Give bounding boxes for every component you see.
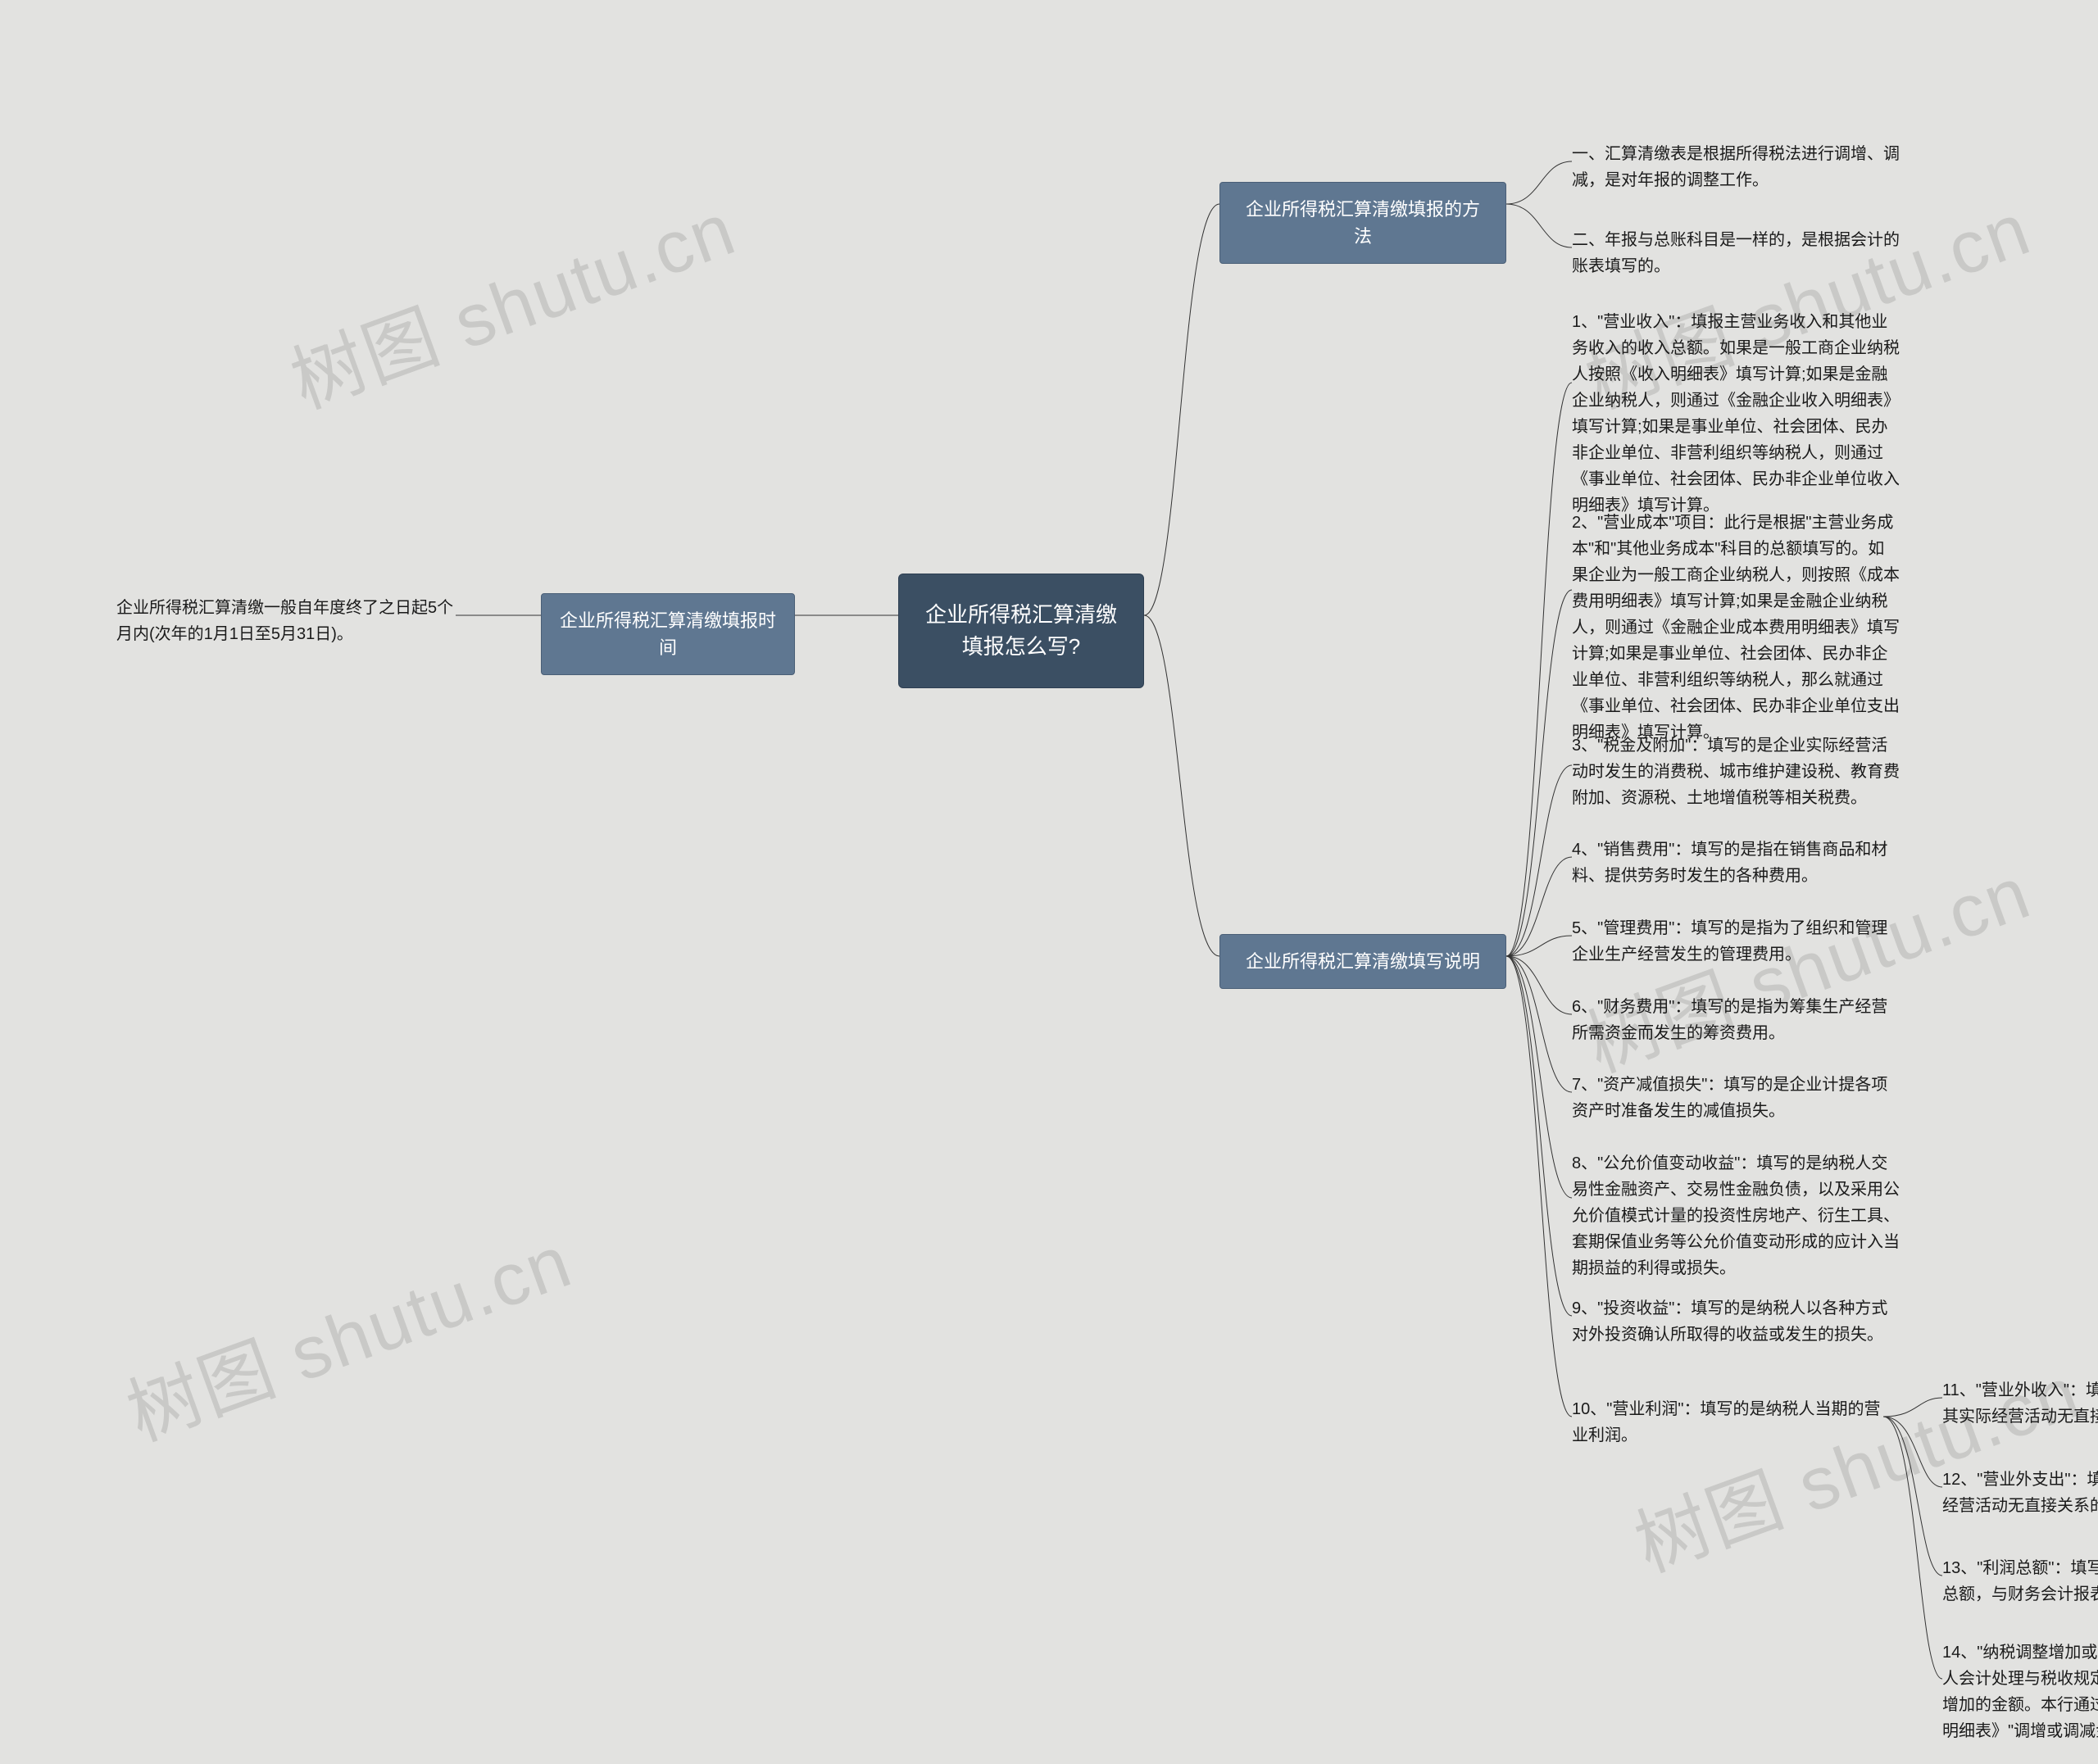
branch-method-label: 企业所得税汇算清缴填报的方法 [1246, 199, 1480, 247]
leaf-time-detail: 企业所得税汇算清缴一般自年度终了之日起5个月内(次年的1月1日至5月31日)。 [116, 595, 456, 647]
leaf-method-2: 二、年报与总账科目是一样的，是根据会计的账表填写的。 [1572, 227, 1900, 279]
leaf-explain-7: 7、"资产减值损失"：填写的是企业计提各项资产时准备发生的减值损失。 [1572, 1072, 1900, 1124]
leaf-explain-5: 5、"管理费用"：填写的是指为了组织和管理企业生产经营发生的管理费用。 [1572, 915, 1900, 968]
leaf-explain-10: 10、"营业利润"：填写的是纳税人当期的营业利润。 [1572, 1396, 1883, 1449]
leaf-explain-7-text: 7、"资产减值损失"：填写的是企业计提各项资产时准备发生的减值损失。 [1572, 1076, 1887, 1120]
leaf-explain-6-text: 6、"财务费用"：填写的是指为筹集生产经营所需资金而发生的筹资费用。 [1572, 998, 1887, 1042]
leaf-explain-3-text: 3、"税金及附加"：填写的是企业实际经营活动时发生的消费税、城市维护建设税、教育… [1572, 737, 1900, 807]
leaf-explain-2: 2、"营业成本"项目：此行是根据"主营业务成本"和"其他业务成本"科目的总额填写… [1572, 510, 1900, 746]
leaf-explain-12-text: 12、"营业外支出"：填写的是实际发生的与其经营活动无直接关系的各项支出。 [1942, 1471, 2098, 1515]
leaf-explain-9: 9、"投资收益"：填写的是纳税人以各种方式对外投资确认所取得的收益或发生的损失。 [1572, 1295, 1900, 1348]
leaf-explain-6: 6、"财务费用"：填写的是指为筹集生产经营所需资金而发生的筹资费用。 [1572, 994, 1900, 1046]
branch-time-label: 企业所得税汇算清缴填报时间 [560, 610, 776, 658]
watermark: 树图 shutu.cn [1619, 1333, 2091, 1592]
watermark: 树图 shutu.cn [111, 1202, 584, 1461]
leaf-method-1-text: 一、汇算清缴表是根据所得税法进行调增、调减，是对年报的调整工作。 [1572, 145, 1900, 189]
leaf-explain-14: 14、"纳税调整增加或减少额"：填写的是纳税人会计处理与税收规定不一致，进行纳税… [1942, 1639, 2098, 1744]
leaf-explain-3: 3、"税金及附加"：填写的是企业实际经营活动时发生的消费税、城市维护建设税、教育… [1572, 732, 1900, 811]
leaf-explain-1-text: 1、"营业收入"：填报主营业务收入和其他业务收入的收入总额。如果是一般工商企业纳… [1572, 313, 1900, 515]
leaf-method-2-text: 二、年报与总账科目是一样的，是根据会计的账表填写的。 [1572, 231, 1900, 275]
leaf-explain-11-text: 11、"营业外收入"：填写的是纳税人发生的与其实际经营活动无直接关系的各项收入。 [1942, 1381, 2098, 1426]
leaf-explain-1: 1、"营业收入"：填报主营业务收入和其他业务收入的收入总额。如果是一般工商企业纳… [1572, 309, 1900, 519]
root-node: 企业所得税汇算清缴填报怎么写? [898, 574, 1144, 688]
leaf-time-text: 企业所得税汇算清缴一般自年度终了之日起5个月内(次年的1月1日至5月31日)。 [116, 599, 453, 643]
leaf-explain-9-text: 9、"投资收益"：填写的是纳税人以各种方式对外投资确认所取得的收益或发生的损失。 [1572, 1299, 1887, 1344]
leaf-explain-4-text: 4、"销售费用"：填写的是指在销售商品和材料、提供劳务时发生的各种费用。 [1572, 841, 1887, 885]
leaf-explain-10-text: 10、"营业利润"：填写的是纳税人当期的营业利润。 [1572, 1400, 1880, 1444]
branch-method: 企业所得税汇算清缴填报的方法 [1219, 182, 1506, 264]
leaf-explain-8-text: 8、"公允价值变动收益"：填写的是纳税人交易性金融资产、交易性金融负债，以及采用… [1572, 1154, 1900, 1277]
branch-explain-label: 企业所得税汇算清缴填写说明 [1246, 951, 1480, 972]
branch-time: 企业所得税汇算清缴填报时间 [541, 593, 795, 675]
branch-explain: 企业所得税汇算清缴填写说明 [1219, 934, 1506, 989]
leaf-explain-14-text: 14、"纳税调整增加或减少额"：填写的是纳税人会计处理与税收规定不一致，进行纳税… [1942, 1644, 2098, 1740]
watermark: 树图 shutu.cn [275, 170, 747, 429]
leaf-explain-4: 4、"销售费用"：填写的是指在销售商品和材料、提供劳务时发生的各种费用。 [1572, 837, 1900, 889]
leaf-explain-8: 8、"公允价值变动收益"：填写的是纳税人交易性金融资产、交易性金融负债，以及采用… [1572, 1150, 1900, 1281]
leaf-method-1: 一、汇算清缴表是根据所得税法进行调增、调减，是对年报的调整工作。 [1572, 141, 1900, 193]
leaf-explain-13: 13、"利润总额"：填写的是纳税人当期的利润总额，与财务会计报表利润总额一致。 [1942, 1555, 2098, 1608]
leaf-explain-2-text: 2、"营业成本"项目：此行是根据"主营业务成本"和"其他业务成本"科目的总额填写… [1572, 514, 1900, 741]
leaf-explain-13-text: 13、"利润总额"：填写的是纳税人当期的利润总额，与财务会计报表利润总额一致。 [1942, 1559, 2098, 1603]
leaf-explain-11: 11、"营业外收入"：填写的是纳税人发生的与其实际经营活动无直接关系的各项收入。 [1942, 1377, 2098, 1430]
mindmap-canvas: 树图 shutu.cn 树图 shutu.cn 树图 shutu.cn 树图 s… [0, 0, 2098, 1764]
leaf-explain-5-text: 5、"管理费用"：填写的是指为了组织和管理企业生产经营发生的管理费用。 [1572, 919, 1887, 964]
leaf-explain-12: 12、"营业外支出"：填写的是实际发生的与其经营活动无直接关系的各项支出。 [1942, 1467, 2098, 1519]
root-title: 企业所得税汇算清缴填报怎么写? [925, 602, 1117, 659]
